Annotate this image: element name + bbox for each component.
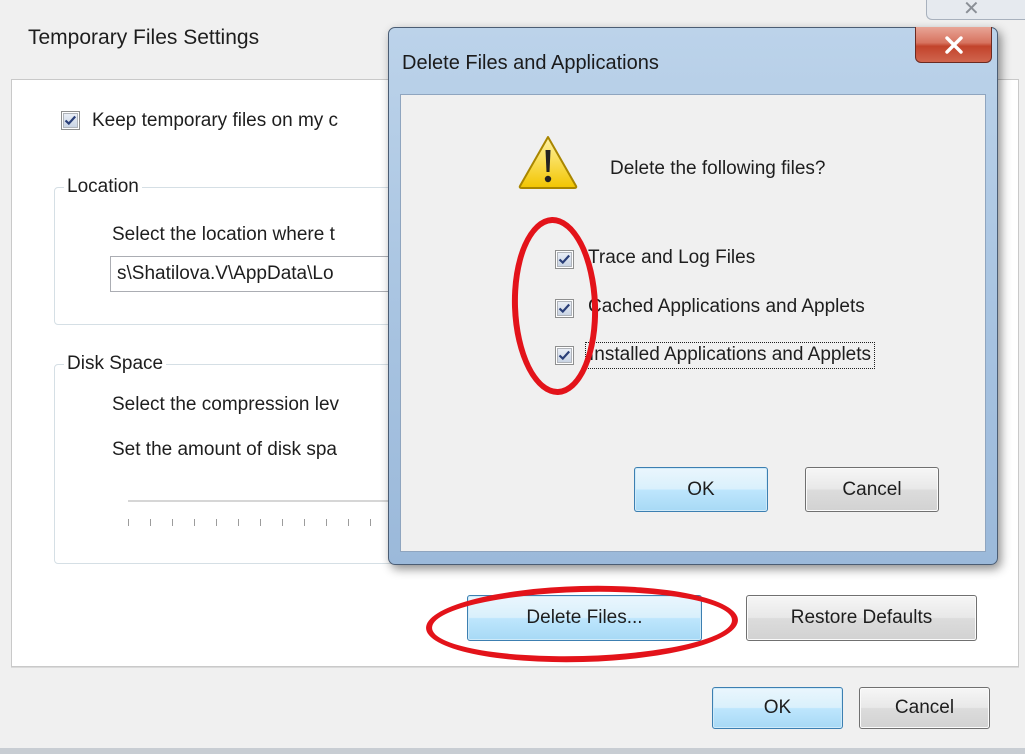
location-legend: Location — [64, 176, 142, 198]
settings-ok-button[interactable]: OK — [712, 687, 843, 729]
location-path-field[interactable]: s\Shatilova.V\AppData\Lo — [110, 256, 400, 292]
footer-divider — [11, 667, 1019, 668]
warning-icon — [518, 136, 578, 189]
close-icon — [944, 35, 963, 54]
disk-space-slider-ticks — [128, 519, 388, 527]
disk-space-slider[interactable] — [128, 500, 388, 503]
slider-tick — [348, 519, 349, 526]
keep-temp-files-label: Keep temporary files on my c — [92, 110, 339, 131]
disk-space-amount-label: Set the amount of disk spa — [112, 439, 337, 460]
keep-temp-files-checkbox[interactable] — [61, 111, 80, 130]
background-close-button[interactable]: ✕ — [926, 0, 1025, 20]
close-icon: ✕ — [963, 0, 980, 20]
dialog-title: Delete Files and Applications — [402, 52, 659, 74]
cached-applications-label: Cached Applications and Applets — [588, 296, 865, 317]
slider-tick — [150, 519, 151, 526]
slider-tick — [172, 519, 173, 526]
slider-tick — [128, 519, 129, 526]
disk-space-legend: Disk Space — [64, 353, 167, 375]
location-description: Select the location where t — [112, 224, 335, 245]
compression-level-label: Select the compression lev — [112, 394, 340, 415]
slider-tick — [282, 519, 283, 526]
slider-tick — [194, 519, 195, 526]
trace-log-files-label: Trace and Log Files — [588, 247, 756, 268]
slider-tick — [304, 519, 305, 526]
window-bottom-border — [0, 748, 1025, 754]
dialog-cancel-button[interactable]: Cancel — [805, 467, 939, 512]
installed-applications-label: Installed Applications and Applets — [585, 342, 876, 369]
restore-defaults-button[interactable]: Restore Defaults — [746, 595, 977, 641]
settings-cancel-button[interactable]: Cancel — [859, 687, 990, 729]
dialog-close-button[interactable] — [915, 27, 992, 63]
dialog-question: Delete the following files? — [610, 158, 826, 179]
slider-tick — [326, 519, 327, 526]
window-title: Temporary Files Settings — [28, 26, 260, 49]
dialog-ok-button[interactable]: OK — [634, 467, 768, 512]
checkmark-icon — [64, 115, 77, 126]
slider-tick — [260, 519, 261, 526]
slider-tick — [216, 519, 217, 526]
slider-tick — [370, 519, 371, 526]
slider-tick — [238, 519, 239, 526]
